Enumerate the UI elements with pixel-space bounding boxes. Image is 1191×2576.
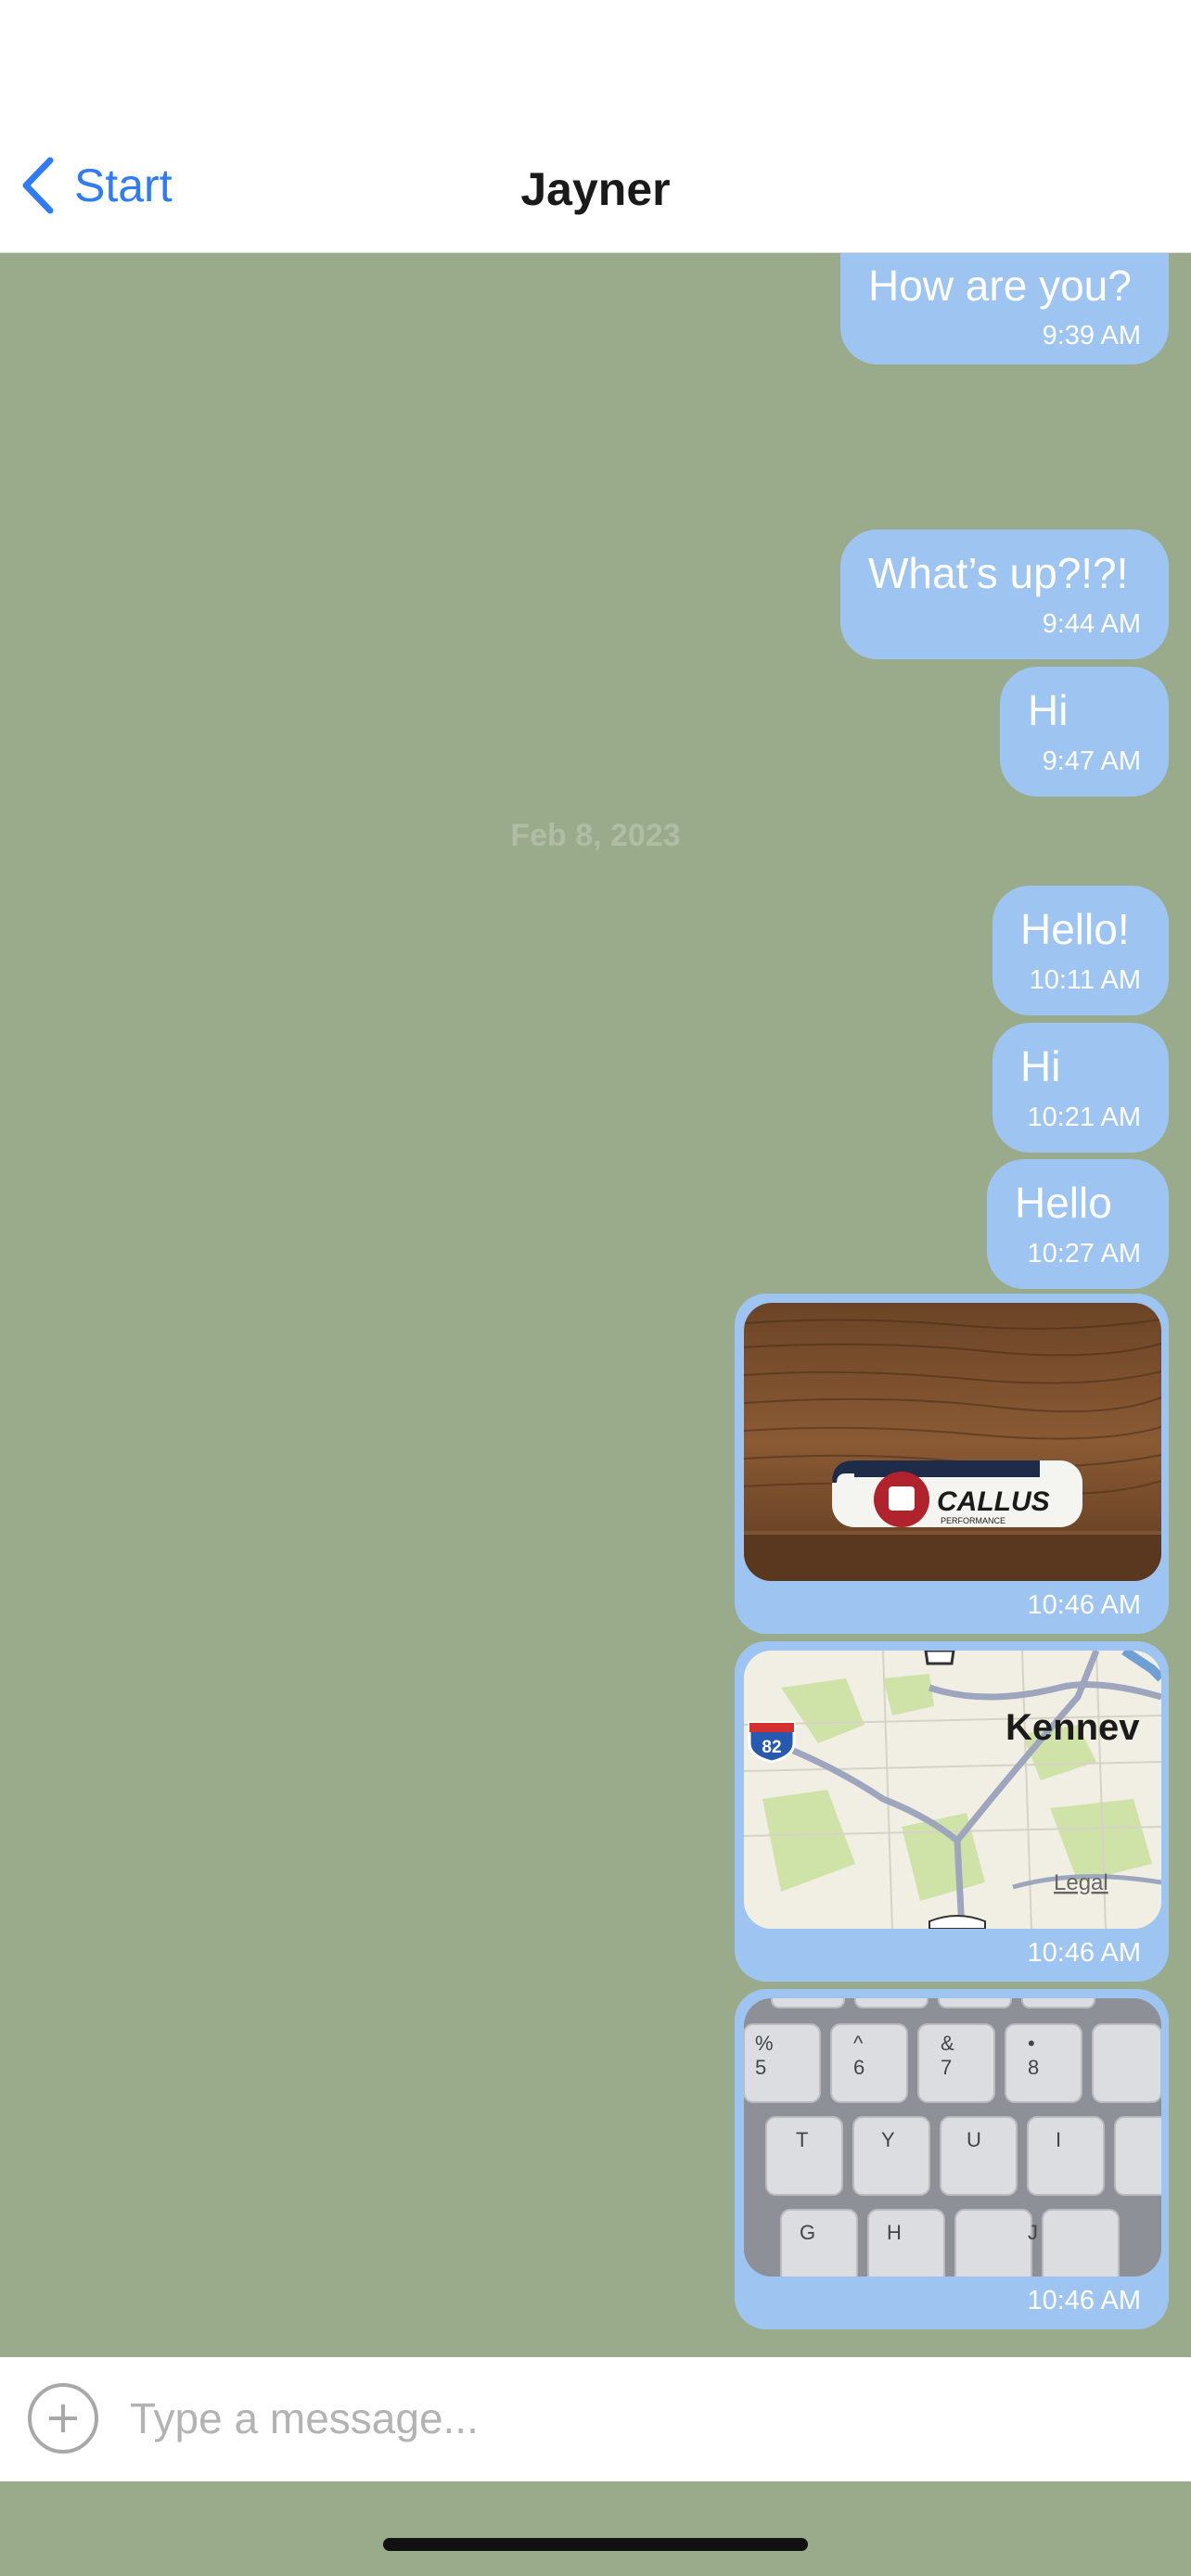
svg-text:8: 8 (1028, 2056, 1039, 2079)
add-attachment-button[interactable] (28, 2383, 98, 2454)
message-time: 10:11 AM (1029, 965, 1141, 995)
key-i: I (1056, 2128, 1061, 2151)
message-input[interactable] (128, 2385, 1152, 2452)
svg-text:%: % (755, 2032, 774, 2055)
roll-sublabel: PERFORMANCE (941, 1516, 1005, 1525)
map-legal-link[interactable]: Legal (1054, 1870, 1108, 1895)
roll-label: CALLUS (937, 1486, 1050, 1517)
image-message[interactable]: % 5 ^ 6 & 7 • 8 T Y U I G H J 10:46 AM (735, 1989, 1169, 2329)
highway-number: 82 (762, 1738, 781, 1757)
conversation-title: Jayner (520, 163, 671, 215)
message-bubble[interactable]: Hi 10:21 AM (992, 1023, 1169, 1153)
message-time: 10:46 AM (1027, 2286, 1141, 2315)
svg-text:^: ^ (853, 2032, 864, 2055)
message-time: 10:46 AM (1027, 1590, 1141, 1620)
navigation-bar: Start Jayner (0, 111, 1191, 253)
message-time: 10:27 AM (1027, 1239, 1141, 1269)
message-bubble[interactable]: Hello! 10:11 AM (992, 886, 1169, 1015)
status-bar (0, 0, 1191, 111)
message-text: What’s up?!?! (868, 549, 1129, 597)
key-h: H (887, 2221, 902, 2244)
home-indicator (383, 2538, 808, 2551)
svg-text:6: 6 (853, 2056, 864, 2079)
key-u: U (967, 2128, 981, 2151)
svg-text:7: 7 (941, 2056, 952, 2079)
message-time: 9:47 AM (1042, 746, 1141, 776)
message-text: Hi (1020, 1042, 1061, 1090)
svg-text:5: 5 (755, 2056, 766, 2079)
key-y: Y (881, 2128, 895, 2151)
map-message[interactable]: 82 Kennev Legal 10:46 AM (735, 1641, 1169, 1982)
svg-text:•: • (1028, 2032, 1035, 2055)
message-bubble[interactable]: Hello 10:27 AM (987, 1159, 1169, 1289)
photo-thumbnail[interactable]: CALLUS PERFORMANCE (744, 1303, 1161, 1581)
key-g: G (800, 2221, 815, 2244)
message-time: 9:39 AM (1042, 321, 1141, 351)
message-time: 9:44 AM (1042, 609, 1141, 639)
highway-shield-icon: 82 (748, 1721, 796, 1764)
message-text: Hello (1015, 1179, 1112, 1227)
image-message[interactable]: CALLUS PERFORMANCE 10:46 AM (735, 1294, 1169, 1634)
message-time: 10:46 AM (1027, 1938, 1141, 1968)
message-text: How are you? (868, 261, 1132, 310)
message-composer (0, 2357, 1191, 2481)
map-thumbnail[interactable]: 82 Kennev Legal (744, 1651, 1161, 1929)
message-bubble[interactable]: Hi 9:47 AM (1000, 667, 1169, 797)
message-text: Hello! (1020, 905, 1130, 953)
message-text: Hi (1028, 686, 1069, 734)
date-separator: Feb 8, 2023 (510, 818, 681, 853)
message-bubble[interactable]: How are you? 9:39 AM (840, 253, 1169, 364)
key-j: J (1028, 2221, 1038, 2244)
message-time: 10:21 AM (1027, 1103, 1141, 1132)
message-list[interactable]: How are you? 9:39 AM What’s up?!?! 9:44 … (0, 253, 1191, 2357)
message-bubble[interactable]: What’s up?!?! 9:44 AM (840, 529, 1169, 659)
map-city-label: Kennev (1005, 1707, 1140, 1748)
svg-text:&: & (941, 2032, 954, 2055)
key-t: T (796, 2128, 808, 2151)
photo-thumbnail[interactable]: % 5 ^ 6 & 7 • 8 T Y U I G H J (744, 1998, 1161, 2276)
